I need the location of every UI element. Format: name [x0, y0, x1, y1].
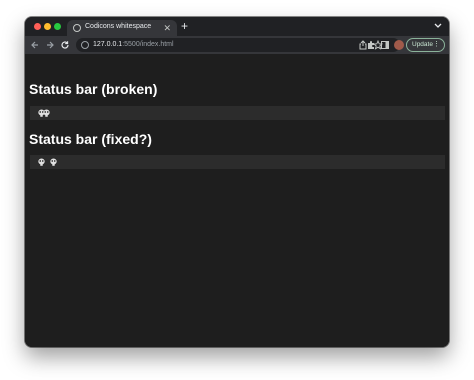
profile-avatar[interactable] [394, 40, 404, 50]
minimize-window-button[interactable] [44, 23, 51, 30]
url-host: 127.0.0.1 [93, 41, 123, 48]
plus-icon[interactable]: + [181, 19, 188, 34]
status-bar-broken [30, 106, 445, 120]
close-icon[interactable]: ✕ [163, 22, 171, 34]
reload-icon[interactable] [60, 40, 70, 50]
extensions-icon[interactable] [366, 40, 376, 50]
tab-codicons-whitespace[interactable]: Codicons whitespace ✕ [67, 20, 177, 36]
side-panel-icon[interactable] [380, 40, 390, 50]
tab-title: Codicons whitespace [85, 23, 152, 30]
back-arrow-icon[interactable] [30, 40, 40, 50]
update-button[interactable]: Update ⋮ [406, 38, 445, 52]
status-bar-fixed [30, 155, 445, 169]
forward-arrow-icon[interactable] [45, 40, 55, 50]
address-bar[interactable]: 127.0.0.1:5500/index.html [76, 38, 400, 52]
close-window-button[interactable] [34, 23, 41, 30]
globe-icon [73, 24, 81, 32]
url-text: 127.0.0.1:5500/index.html [93, 41, 174, 48]
browser-window: Codicons whitespace ✕ + 127.0.0.1:5500/i… [25, 17, 449, 347]
info-icon[interactable] [81, 41, 89, 49]
copilot-icon [43, 109, 50, 117]
copilot-icon [50, 158, 57, 166]
more-vert-icon[interactable]: ⋮ [433, 39, 440, 51]
page-content: Status bar (broken) Status bar (fixed?) [25, 54, 449, 347]
copilot-icon [38, 158, 45, 166]
heading-broken: Status bar (broken) [29, 81, 158, 97]
chevron-down-icon[interactable] [433, 20, 443, 32]
toolbar: 127.0.0.1:5500/index.html Update ⋮ [25, 36, 449, 54]
maximize-window-button[interactable] [54, 23, 61, 30]
url-path: :5500/index.html [122, 41, 174, 48]
heading-fixed: Status bar (fixed?) [29, 131, 152, 147]
tab-strip: Codicons whitespace ✕ + [25, 17, 449, 36]
update-label: Update [412, 41, 433, 48]
